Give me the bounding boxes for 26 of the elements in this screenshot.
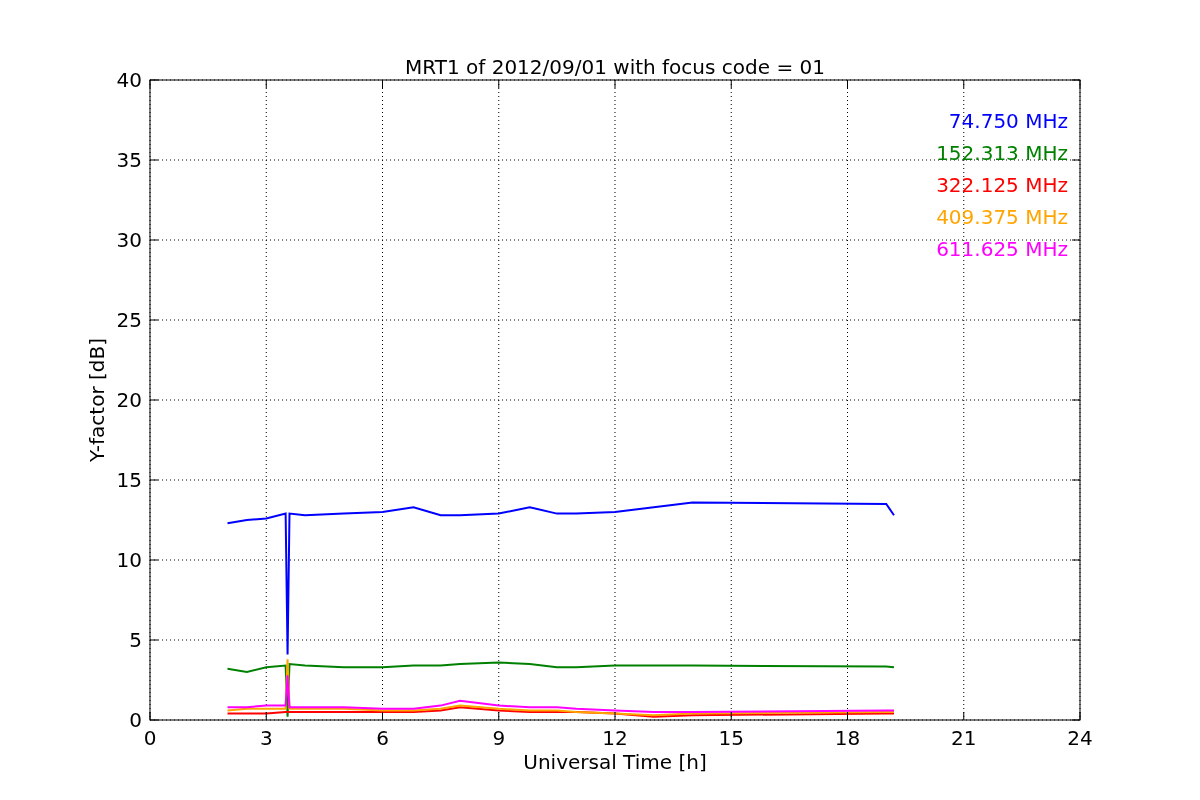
tick-label: 12 [602,726,628,750]
tick-label: 10 [116,548,142,572]
tick-label: 30 [116,228,142,252]
legend-label: 322.125 MHz [936,173,1068,197]
legend-label: 409.375 MHz [936,205,1068,229]
y-axis-label: Y-factor [dB] [85,338,109,462]
tick-label: 15 [116,468,142,492]
tick-label: 9 [492,726,506,750]
tick-label: 0 [129,708,142,732]
legend-label: 611.625 MHz [936,237,1068,261]
tick-label: 35 [116,148,142,172]
legend-label: 74.750 MHz [948,109,1068,133]
tick-label: 0 [143,726,157,750]
x-axis-label: Universal Time [h] [523,750,707,774]
tick-label: 18 [834,726,861,750]
tick-label: 20 [116,388,142,412]
legend-label: 152.313 MHz [936,141,1068,165]
tick-label: 24 [1067,726,1093,750]
tick-label: 15 [718,726,744,750]
tick-label: 25 [116,308,142,332]
tick-label: 5 [129,628,142,652]
tick-label: 6 [376,726,389,750]
tick-label: 3 [259,726,273,750]
tick-label: 21 [951,726,977,750]
chart-title: MRT1 of 2012/09/01 with focus code = 01 [405,55,825,79]
tick-label: 40 [116,68,142,92]
